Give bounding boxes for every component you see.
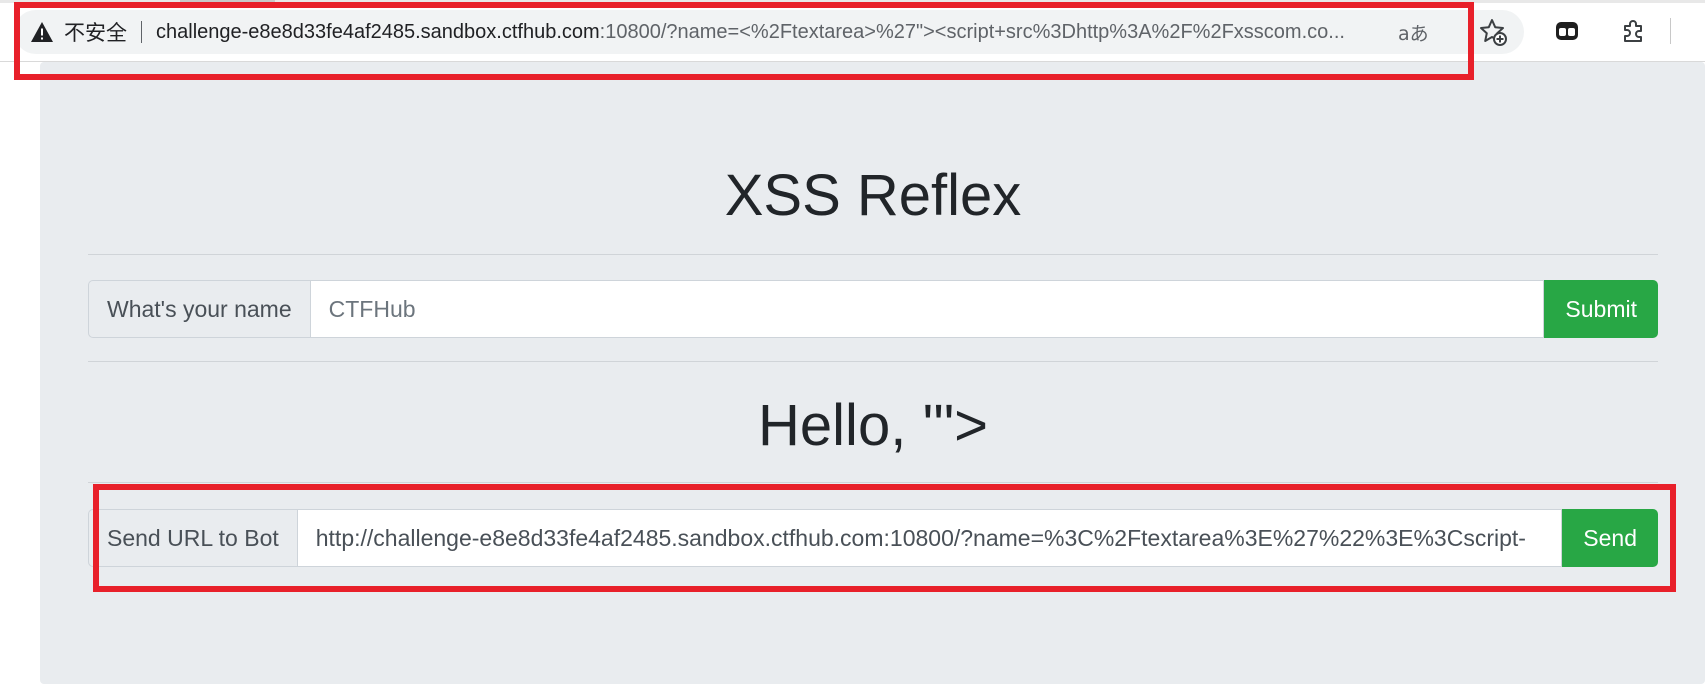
bot-url-input[interactable] [296, 509, 1563, 567]
security-label[interactable]: 不安全 [64, 17, 127, 47]
name-input[interactable] [309, 280, 1545, 338]
url-path: :10800/?name=<%2Ftextarea>%27"><script+s… [599, 20, 1345, 43]
address-bar[interactable]: 不安全 challenge-e8e8d33fe4af2485.sandbox.c… [14, 10, 1524, 54]
warning-icon[interactable] [30, 20, 56, 44]
divider-middle [88, 361, 1658, 362]
name-label: What's your name [88, 280, 310, 338]
send-button[interactable]: Send [1562, 509, 1658, 567]
read-aloud-icon[interactable]: aあ [1398, 19, 1429, 46]
tab-actions-icon[interactable] [1552, 16, 1582, 46]
bot-form: Send URL to Bot Send [88, 509, 1658, 567]
page-container [40, 62, 1705, 684]
browser-toolbar: 不安全 challenge-e8e8d33fe4af2485.sandbox.c… [0, 0, 1705, 62]
address-separator [141, 21, 142, 43]
active-tab-marker [180, 0, 275, 3]
toolbar-separator [1670, 18, 1671, 44]
bot-url-label: Send URL to Bot [88, 509, 297, 567]
page-title: XSS Reflex [724, 163, 1022, 228]
divider-top [88, 254, 1658, 255]
greeting-heading: Hello, '"> [758, 393, 988, 458]
submit-button[interactable]: Submit [1544, 280, 1658, 338]
favorite-add-icon[interactable] [1478, 17, 1508, 47]
extensions-icon[interactable] [1618, 16, 1648, 46]
url-host: challenge-e8e8d33fe4af2485.sandbox.ctfhu… [156, 20, 600, 43]
url-text[interactable]: challenge-e8e8d33fe4af2485.sandbox.ctfhu… [156, 21, 1386, 44]
name-form: What's your name Submit [88, 280, 1658, 338]
divider-bottom [88, 482, 1658, 483]
browser-window: 不安全 challenge-e8e8d33fe4af2485.sandbox.c… [0, 0, 1705, 687]
